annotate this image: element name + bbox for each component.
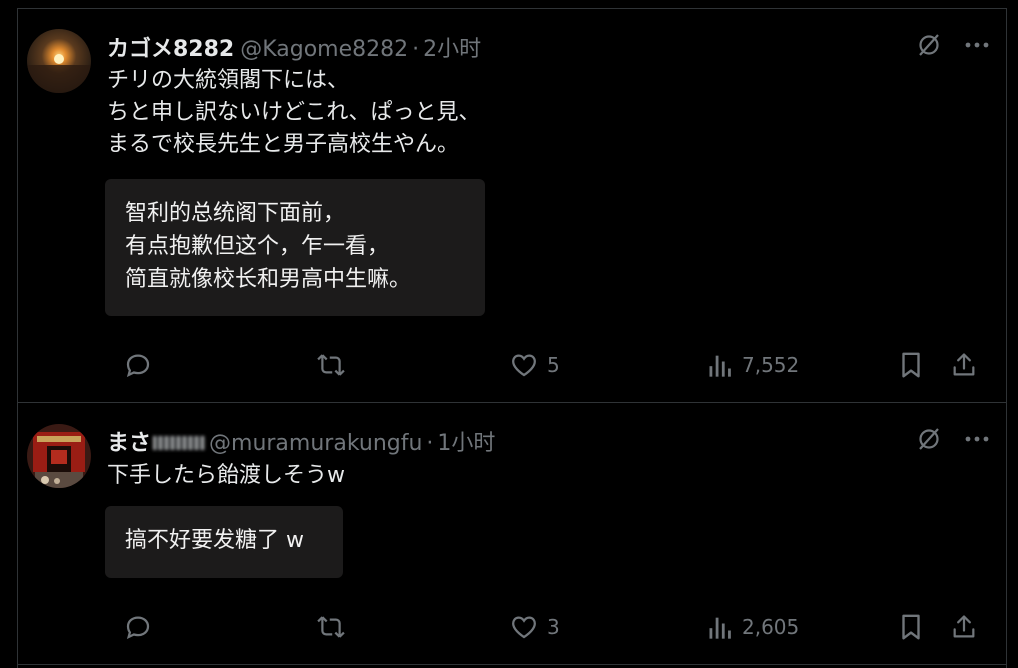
reply-bubble-icon bbox=[126, 354, 150, 378]
reply-bubble-icon bbox=[126, 616, 150, 640]
heart-icon bbox=[512, 354, 536, 377]
action-bar: 5 7,552 bbox=[105, 350, 990, 382]
translation-line: 搞不好要发糖了 w bbox=[125, 528, 304, 553]
like-button[interactable]: 5 bbox=[509, 350, 560, 380]
bookmark-icon bbox=[902, 614, 920, 640]
more-dots-icon[interactable] bbox=[964, 32, 990, 58]
share-icon bbox=[953, 353, 975, 376]
retweet-button[interactable] bbox=[315, 350, 355, 380]
action-bar: 3 2,605 bbox=[105, 612, 990, 644]
views-bars-icon bbox=[709, 355, 731, 377]
like-count: 3 bbox=[547, 615, 560, 639]
like-count: 5 bbox=[547, 353, 560, 377]
translation-line: 有点抱歉但这个，乍一看， bbox=[125, 234, 390, 259]
top-border bbox=[17, 8, 1007, 9]
share-button[interactable] bbox=[950, 350, 978, 380]
separator-dot: · bbox=[426, 431, 434, 456]
right-border bbox=[1006, 8, 1007, 668]
views-button[interactable]: 2,605 bbox=[706, 612, 799, 642]
tweet-text-line: ちと申し訳ないけどこれ、ぱっと見、 bbox=[107, 100, 481, 125]
tweet-text-line: チリの大統領閣下には、 bbox=[107, 68, 350, 93]
tweet-top-actions bbox=[916, 32, 990, 58]
avatar[interactable] bbox=[27, 29, 91, 93]
timestamp[interactable]: 2小时 bbox=[423, 31, 481, 63]
retweet-button[interactable] bbox=[315, 612, 355, 642]
grok-slash-icon[interactable] bbox=[916, 426, 942, 452]
tweet-text-line: 下手したら飴渡しそうw bbox=[107, 463, 345, 488]
tweet-text: 下手したら飴渡しそうw bbox=[107, 460, 345, 492]
views-button[interactable]: 7,552 bbox=[706, 350, 799, 380]
share-icon bbox=[953, 615, 975, 638]
tweet-divider bbox=[17, 664, 1007, 665]
tweet-text: チリの大統領閣下には、 ちと申し訳ないけどこれ、ぱっと見、 まるで校長先生と男子… bbox=[107, 65, 481, 161]
more-dots-icon[interactable] bbox=[964, 426, 990, 452]
display-name[interactable]: まさ bbox=[107, 425, 151, 457]
view-count: 2,605 bbox=[742, 615, 800, 639]
retweet-icon bbox=[317, 354, 345, 376]
translation-box: 智利的总统阁下面前， 有点抱歉但这个，乍一看， 简直就像校长和男高中生嘛。 bbox=[105, 179, 485, 316]
avatar[interactable] bbox=[27, 424, 91, 488]
timestamp[interactable]: 1小时 bbox=[437, 425, 495, 457]
grok-slash-icon[interactable] bbox=[916, 32, 942, 58]
bookmark-button[interactable] bbox=[898, 612, 924, 642]
tweet-divider bbox=[17, 402, 1007, 403]
bookmark-button[interactable] bbox=[898, 350, 924, 380]
tweet-text-line: まるで校長先生と男子高校生やん。 bbox=[107, 132, 460, 157]
heart-icon bbox=[512, 616, 536, 639]
like-button[interactable]: 3 bbox=[509, 612, 560, 642]
tweet-header: カゴメ8282 @Kagome8282 · 2小时 bbox=[107, 31, 481, 63]
left-border bbox=[17, 8, 18, 668]
translation-box: 搞不好要发糖了 w bbox=[105, 506, 343, 578]
tweet-header: まさ @muramurakungfu · 1小时 bbox=[107, 425, 495, 457]
views-bars-icon bbox=[709, 617, 731, 639]
translation-line: 智利的总统阁下面前， bbox=[125, 201, 346, 226]
bookmark-icon bbox=[902, 352, 920, 378]
redacted-name-blur bbox=[153, 436, 206, 450]
user-handle[interactable]: @muramurakungfu bbox=[209, 431, 422, 456]
retweet-icon bbox=[317, 616, 345, 638]
reply-button[interactable] bbox=[123, 612, 161, 642]
reply-button[interactable] bbox=[123, 350, 161, 380]
tweet-top-actions bbox=[916, 426, 990, 452]
share-button[interactable] bbox=[950, 612, 978, 642]
separator-dot: · bbox=[412, 37, 420, 62]
display-name[interactable]: カゴメ8282 bbox=[107, 31, 234, 63]
translation-line: 简直就像校长和男高中生嘛。 bbox=[125, 267, 412, 292]
user-handle[interactable]: @Kagome8282 bbox=[240, 37, 408, 62]
view-count: 7,552 bbox=[742, 353, 800, 377]
